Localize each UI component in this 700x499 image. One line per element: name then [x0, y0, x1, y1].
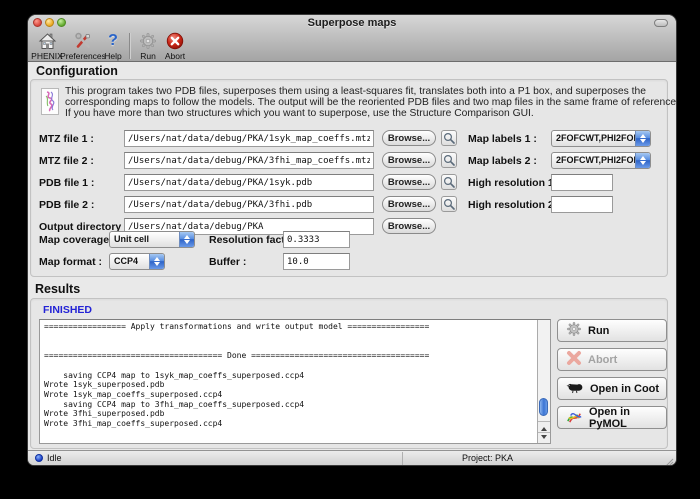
map-labels-1-value: 2FOFCWT,PHI2FOF... [552, 131, 635, 146]
magnifier-button[interactable] [441, 130, 457, 146]
console-panel: ================= Apply transformations … [39, 319, 551, 444]
description-line-3: If you have more than two structures whi… [65, 108, 676, 119]
stepper-arrows-icon [149, 254, 164, 269]
high-resolution-1-label: High resolution 1 : [468, 177, 560, 189]
pdb-file-1-input[interactable] [124, 174, 374, 191]
open-in-pymol-label: Open in PyMOL [589, 406, 666, 430]
coot-bird-icon [566, 380, 584, 397]
screen: Superpose maps PHENIX [0, 0, 700, 499]
map-coverage-value: Unit cell [110, 232, 179, 247]
map-coverage-dropdown[interactable]: Unit cell [109, 231, 195, 248]
map-labels-2-value: 2FOFCWT,PHI2FOF... [552, 153, 635, 168]
open-in-pymol-button[interactable]: Open in PyMOL [557, 406, 667, 429]
mtz-file-1-row: MTZ file 1 : Browse... Map labels 1 : 2F… [31, 130, 669, 148]
configuration-heading: Configuration [36, 64, 118, 78]
console-output[interactable]: ================= Apply transformations … [40, 320, 537, 443]
status-bar-divider [402, 452, 403, 465]
stepper-arrows-icon [635, 153, 650, 168]
pdb-file-1-row: PDB file 1 : Browse... High resolution 1… [31, 174, 669, 192]
window-chrome: Superpose maps PHENIX [28, 15, 676, 62]
toolbar-toggle-button[interactable] [654, 19, 668, 27]
map-format-value: CCP4 [110, 254, 149, 269]
pdb-file-2-label: PDB file 2 : [39, 199, 94, 211]
abort-x-icon [166, 31, 184, 50]
map-format-row: Map format : CCP4 Buffer : [31, 253, 669, 271]
pdb-file-1-label: PDB file 1 : [39, 177, 94, 189]
results-panel: FINISHED ================= Apply transfo… [30, 298, 668, 449]
map-labels-1-label: Map labels 1 : [468, 133, 537, 145]
mtz-file-2-label: MTZ file 2 : [39, 155, 94, 167]
mtz-file-1-label: MTZ file 1 : [39, 133, 94, 145]
run-button[interactable]: Run [557, 319, 667, 342]
mtz-file-1-browse-button[interactable]: Browse... [382, 130, 436, 146]
scrollbar[interactable] [537, 320, 550, 443]
abort-button-label: Abort [588, 354, 617, 366]
buffer-input[interactable] [283, 253, 350, 270]
run-button-label: Run [588, 325, 609, 337]
tools-icon [74, 31, 93, 50]
configuration-panel: This program takes two PDB files, superp… [30, 79, 668, 277]
magnifier-button[interactable] [441, 174, 457, 190]
status-idle-text: Idle [47, 453, 62, 463]
pdb-file-2-input[interactable] [124, 196, 374, 213]
window-title: Superpose maps [28, 17, 676, 30]
high-resolution-1-input[interactable] [551, 174, 613, 191]
map-labels-2-label: Map labels 2 : [468, 155, 537, 167]
magnifier-button[interactable] [441, 196, 457, 212]
mtz-file-2-browse-button[interactable]: Browse... [382, 152, 436, 168]
map-coverage-label: Map coverage : [39, 234, 115, 246]
toolbar-abort-label: Abort [165, 51, 185, 61]
resize-grip[interactable] [665, 454, 674, 465]
description-line-1: This program takes two PDB files, superp… [65, 86, 676, 97]
scroll-up-button[interactable] [538, 421, 550, 432]
toolbar-abort-button[interactable]: Abort [159, 31, 191, 61]
toolbar-help-button[interactable]: ? Help [100, 31, 126, 61]
abort-x-icon [566, 350, 582, 369]
mtz-file-1-input[interactable] [124, 130, 374, 147]
pdb-file-2-browse-button[interactable]: Browse... [382, 196, 436, 212]
open-in-coot-button[interactable]: Open in Coot [557, 377, 667, 400]
up-arrow-icon [541, 424, 547, 431]
resolution-factor-input[interactable] [283, 231, 350, 248]
abort-button[interactable]: Abort [557, 348, 667, 371]
gear-icon [566, 321, 582, 340]
gear-icon [139, 31, 157, 50]
high-resolution-2-label: High resolution 2 : [468, 199, 560, 211]
map-labels-2-dropdown[interactable]: 2FOFCWT,PHI2FOF... [551, 152, 651, 169]
map-format-label: Map format : [39, 256, 102, 268]
app-window: Superpose maps PHENIX [28, 15, 676, 465]
question-mark-icon: ? [108, 31, 118, 50]
stepper-arrows-icon [179, 232, 194, 247]
pdb-file-1-browse-button[interactable]: Browse... [382, 174, 436, 190]
map-coverage-row: Map coverage : Unit cell Resolution fact… [31, 231, 669, 249]
status-indicator-icon [35, 454, 43, 462]
status-bar: Idle Project: PKA [28, 450, 676, 465]
open-in-coot-label: Open in Coot [590, 383, 659, 395]
home-icon [38, 31, 57, 50]
toolbar-help-label: Help [104, 51, 121, 61]
mtz-file-2-input[interactable] [124, 152, 374, 169]
mtz-file-2-row: MTZ file 2 : Browse... Map labels 2 : 2F… [31, 152, 669, 170]
pdb-file-2-row: PDB file 2 : Browse... High resolution 2… [31, 196, 669, 214]
scrollbar-thumb[interactable] [539, 398, 548, 416]
map-format-dropdown[interactable]: CCP4 [109, 253, 165, 270]
project-label: Project: PKA [462, 453, 513, 463]
description-line-2: corresponding maps to follow the models.… [65, 97, 676, 108]
scroll-down-button[interactable] [538, 432, 550, 443]
toolbar-run-label: Run [140, 51, 156, 61]
status-text: FINISHED [43, 304, 92, 316]
program-description: This program takes two PDB files, superp… [65, 86, 676, 120]
down-arrow-icon [541, 435, 547, 442]
pymol-ribbon-icon [566, 408, 583, 428]
high-resolution-2-input[interactable] [551, 196, 613, 213]
buffer-label: Buffer : [209, 256, 246, 268]
protein-document-icon [41, 88, 59, 120]
stepper-arrows-icon [635, 131, 650, 146]
map-labels-1-dropdown[interactable]: 2FOFCWT,PHI2FOF... [551, 130, 651, 147]
toolbar-separator [129, 33, 130, 59]
magnifier-button[interactable] [441, 152, 457, 168]
toolbar-run-button[interactable]: Run [135, 31, 161, 61]
results-heading: Results [35, 282, 80, 296]
